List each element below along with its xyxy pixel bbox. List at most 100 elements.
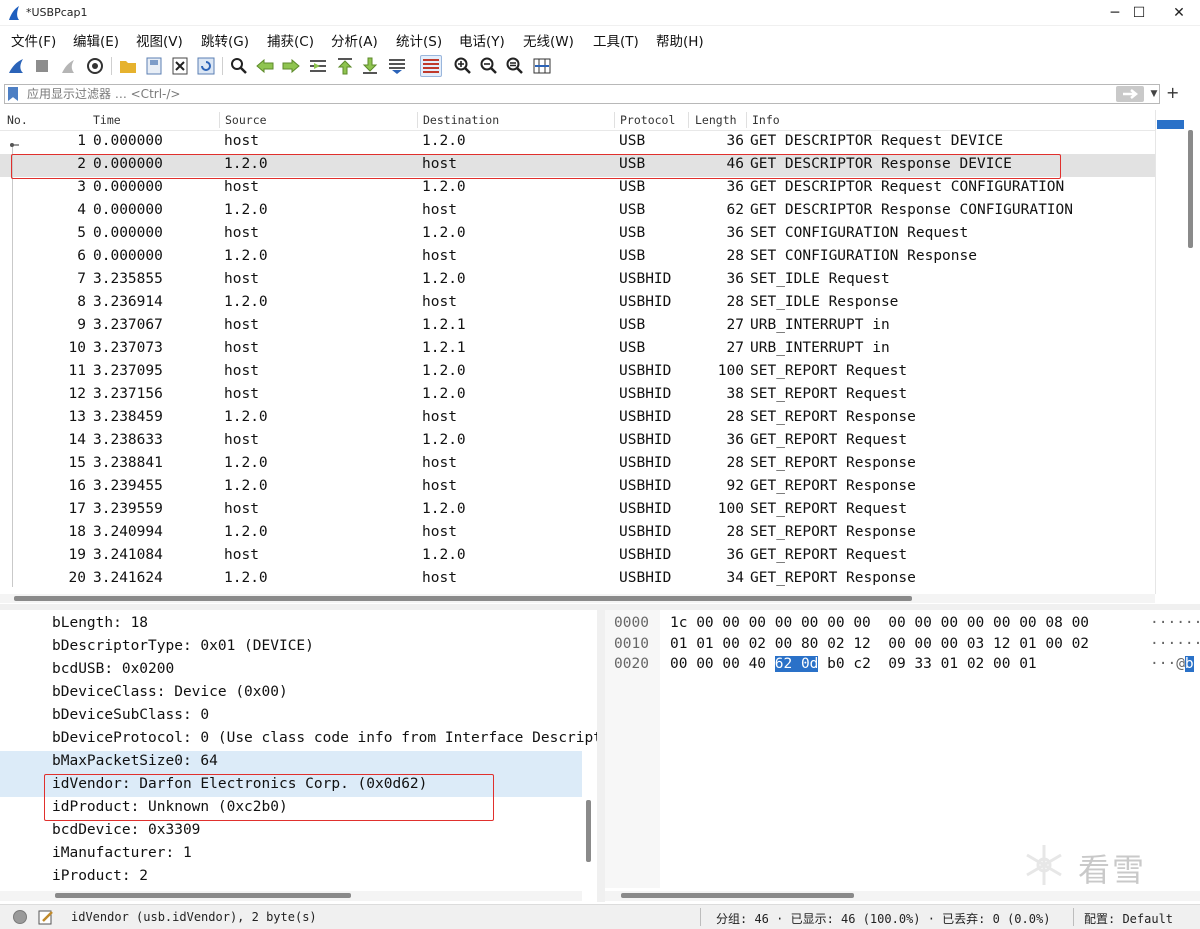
hex-bytes[interactable]: 1c 00 00 00 00 00 00 00 00 00 00 00 00 0…: [670, 615, 1089, 631]
go-last-icon[interactable]: [359, 55, 381, 77]
menu-analyze[interactable]: 分析(A): [331, 30, 378, 50]
packet-row[interactable]: 17 3.239559 host 1.2.0 USBHID 100 SET_REPORT R…: [0, 499, 1155, 522]
packet-row[interactable]: 13 3.238459 1.2.0 host USBHID 28 SET_REPORT Re…: [0, 407, 1155, 430]
column-header-protocol[interactable]: Protocol: [620, 113, 675, 127]
detail-field-line[interactable]: bcdUSB: 0x0200: [0, 659, 582, 682]
packet-row[interactable]: 1 0.000000 host 1.2.0 USB 36 GET DESCRIPTOR Re…: [0, 131, 1155, 154]
details-hscroll-thumb[interactable]: [55, 893, 351, 898]
apply-filter-button[interactable]: [1116, 86, 1144, 102]
detail-field-line[interactable]: bDescriptorType: 0x01 (DEVICE): [0, 636, 582, 659]
zoom-in-icon[interactable]: [452, 55, 474, 77]
packet-row[interactable]: 7 3.235855 host 1.2.0 USBHID 36 SET_IDLE Reque…: [0, 269, 1155, 292]
chevron-down-icon[interactable]: ▼: [1149, 86, 1159, 102]
shark-fin-start-icon[interactable]: [5, 55, 27, 77]
pane-splitter-vertical[interactable]: [597, 610, 605, 902]
column-divider[interactable]: [614, 112, 615, 128]
close-file-icon[interactable]: [169, 55, 191, 77]
column-header-time[interactable]: Time: [93, 113, 121, 127]
column-divider[interactable]: [746, 112, 747, 128]
bytes-row[interactable]: 0000 1c 00 00 00 00 00 00 00 00 00 00 00 …: [605, 613, 1200, 634]
ascii-bytes[interactable]: ·······: [1150, 636, 1200, 652]
packet-list-scrollbar[interactable]: [1155, 110, 1200, 594]
display-filter-input[interactable]: [27, 86, 1107, 102]
packet-row[interactable]: 20 3.241624 1.2.0 host USBHID 34 GET_REPORT Re…: [0, 568, 1155, 591]
packet-row[interactable]: 6 0.000000 1.2.0 host USB 28 SET CONFIGURATION…: [0, 246, 1155, 269]
zoom-reset-icon[interactable]: [504, 55, 526, 77]
reload-icon[interactable]: [195, 55, 217, 77]
detail-field-line[interactable]: bMaxPacketSize0: 64: [0, 751, 582, 774]
packet-row[interactable]: 18 3.240994 1.2.0 host USBHID 28 SET_REPORT Re…: [0, 522, 1155, 545]
menu-help[interactable]: 帮助(H): [656, 30, 704, 50]
menu-telephony[interactable]: 电话(Y): [459, 30, 505, 50]
capture-options-icon[interactable]: [84, 55, 106, 77]
column-divider[interactable]: [417, 112, 418, 128]
add-filter-button[interactable]: +: [1166, 83, 1182, 103]
bookmark-icon[interactable]: [8, 87, 18, 101]
details-scroll-thumb[interactable]: [586, 800, 591, 862]
detail-field-line[interactable]: bDeviceProtocol: 0 (Use class code info …: [0, 728, 600, 751]
detail-field-line[interactable]: bLength: 18: [0, 613, 582, 636]
column-header-length[interactable]: Length: [695, 113, 737, 127]
column-divider[interactable]: [219, 112, 220, 128]
status-profile[interactable]: 配置: Default: [1084, 910, 1173, 927]
packet-row[interactable]: 5 0.000000 host 1.2.0 USB 36 SET CONFIGURATION…: [0, 223, 1155, 246]
go-to-packet-icon[interactable]: [307, 55, 329, 77]
packet-row[interactable]: 9 3.237067 host 1.2.1 USB 27 URB_INTERRUPT in: [0, 315, 1155, 338]
column-header-no[interactable]: No.: [7, 113, 28, 127]
packet-number: 4: [77, 202, 86, 218]
go-forward-icon[interactable]: [280, 55, 302, 77]
packet-row[interactable]: 4 0.000000 1.2.0 host USB 62 GET DESCRIPTOR Re…: [0, 200, 1155, 223]
detail-field-line[interactable]: bcdDevice: 0x3309: [0, 820, 582, 843]
menu-go[interactable]: 跳转(G): [201, 30, 249, 50]
menu-file[interactable]: 文件(F): [11, 30, 56, 50]
menu-view[interactable]: 视图(V): [136, 30, 183, 50]
packet-list-hscroll-thumb[interactable]: [14, 596, 912, 601]
resize-columns-icon[interactable]: [531, 55, 553, 77]
bytes-row[interactable]: 0010 01 01 00 02 00 80 02 12 00 00 00 03 …: [605, 634, 1200, 655]
menu-tools[interactable]: 工具(T): [593, 30, 639, 50]
menu-edit[interactable]: 编辑(E): [73, 30, 119, 50]
restart-capture-icon[interactable]: [57, 55, 79, 77]
go-first-icon[interactable]: [334, 55, 356, 77]
packet-row[interactable]: 8 3.236914 1.2.0 host USBHID 28 SET_IDLE Respo…: [0, 292, 1155, 315]
menu-statistics[interactable]: 统计(S): [396, 30, 442, 50]
packet-row[interactable]: 14 3.238633 host 1.2.0 USBHID 36 GET_REPORT Re…: [0, 430, 1155, 453]
packet-row[interactable]: 11 3.237095 host 1.2.0 USBHID 100 SET_REPORT R…: [0, 361, 1155, 384]
packet-row[interactable]: 16 3.239455 1.2.0 host USBHID 92 GET_REPORT Re…: [0, 476, 1155, 499]
ascii-bytes[interactable]: ···@b: [1150, 656, 1194, 672]
edit-comment-icon[interactable]: [38, 909, 54, 925]
go-back-icon[interactable]: [254, 55, 276, 77]
open-folder-icon[interactable]: [117, 55, 139, 77]
close-button[interactable]: ✕: [1156, 0, 1200, 26]
packet-number: 3: [77, 179, 86, 195]
column-header-destination[interactable]: Destination: [423, 113, 499, 127]
column-header-info[interactable]: Info: [752, 113, 780, 127]
save-file-icon[interactable]: [143, 55, 165, 77]
find-packet-icon[interactable]: [228, 55, 250, 77]
ascii-bytes[interactable]: ·······: [1150, 615, 1200, 631]
expert-info-icon[interactable]: [13, 910, 27, 924]
zoom-out-icon[interactable]: [478, 55, 500, 77]
packet-row[interactable]: 19 3.241084 host 1.2.0 USBHID 36 GET_REPORT Re…: [0, 545, 1155, 568]
column-divider[interactable]: [688, 112, 689, 128]
hex-bytes[interactable]: 00 00 00 40 62 0d b0 c2 09 33 01 02 00 0…: [670, 656, 1037, 672]
stop-capture-icon[interactable]: [31, 55, 53, 77]
bytes-row[interactable]: 0020 00 00 00 40 62 0d b0 c2 09 33 01 02 …: [605, 654, 1200, 675]
detail-field-line[interactable]: iProduct: 2: [0, 866, 582, 889]
colorize-icon[interactable]: [420, 55, 442, 77]
menu-wireless[interactable]: 无线(W): [523, 30, 574, 50]
auto-scroll-icon[interactable]: [386, 55, 408, 77]
detail-field-line[interactable]: iManufacturer: 1: [0, 843, 582, 866]
detail-field-line[interactable]: bDeviceSubClass: 0: [0, 705, 582, 728]
menu-capture[interactable]: 捕获(C): [267, 30, 314, 50]
related-packet-icon: [10, 143, 19, 147]
bytes-hscroll-thumb[interactable]: [621, 893, 854, 898]
packet-row[interactable]: 12 3.237156 host 1.2.0 USBHID 38 SET_REPORT Re…: [0, 384, 1155, 407]
hex-bytes[interactable]: 01 01 00 02 00 80 02 12 00 00 00 03 12 0…: [670, 636, 1089, 652]
column-header-source[interactable]: Source: [225, 113, 267, 127]
packet-row[interactable]: 15 3.238841 1.2.0 host USBHID 28 SET_REPORT Re…: [0, 453, 1155, 476]
packet-list-scroll-thumb[interactable]: [1188, 130, 1193, 248]
detail-field-line[interactable]: bDeviceClass: Device (0x00): [0, 682, 582, 705]
packet-row[interactable]: 10 3.237073 host 1.2.1 USB 27 URB_INTERRUPT in: [0, 338, 1155, 361]
packet-row[interactable]: 3 0.000000 host 1.2.0 USB 36 GET DESCRIPTOR Re…: [0, 177, 1155, 200]
